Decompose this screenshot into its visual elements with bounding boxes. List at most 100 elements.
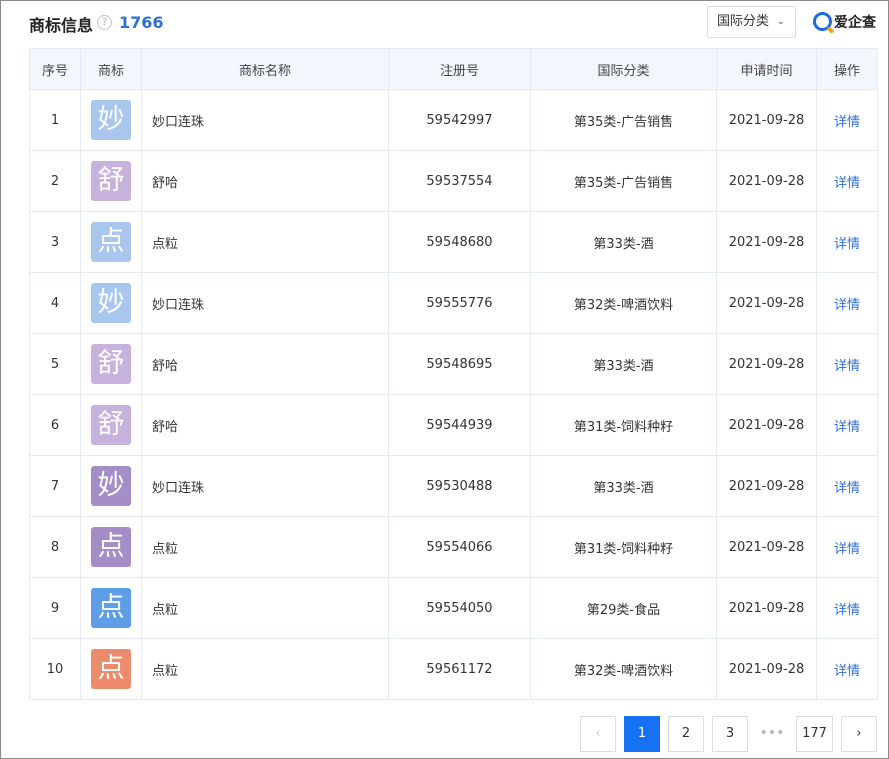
action-cell: 详情 bbox=[816, 516, 878, 578]
registration-number: 59530488 bbox=[388, 455, 531, 517]
intl-category: 第31类-饲料种籽 bbox=[530, 516, 717, 578]
table-row: 2 舒舒哈 59537554 第35类-广告销售 2021-09-28 详情 bbox=[29, 150, 878, 212]
action-cell: 详情 bbox=[816, 455, 878, 517]
trademark-logo-cell: 舒 bbox=[80, 333, 142, 395]
table-row: 9 点点粒 59554050 第29类-食品 2021-09-28 详情 bbox=[29, 577, 878, 639]
col-header-action: 操作 bbox=[816, 48, 878, 90]
trademark-logo-image[interactable]: 舒 bbox=[91, 405, 131, 445]
trademark-logo-image[interactable]: 点 bbox=[91, 649, 131, 689]
action-cell: 详情 bbox=[816, 211, 878, 273]
registration-number: 59548680 bbox=[388, 211, 531, 273]
row-index: 2 bbox=[29, 150, 81, 212]
trademark-logo-cell: 妙 bbox=[80, 272, 142, 334]
registration-number: 59554066 bbox=[388, 516, 531, 578]
detail-link[interactable]: 详情 bbox=[834, 359, 860, 374]
table-row: 5 舒舒哈 59548695 第33类-酒 2021-09-28 详情 bbox=[29, 333, 878, 395]
registration-number: 59554050 bbox=[388, 577, 531, 639]
table-row: 3 点点粒 59548680 第33类-酒 2021-09-28 详情 bbox=[29, 211, 878, 273]
detail-link[interactable]: 详情 bbox=[834, 481, 860, 496]
table-row: 7 妙妙口连珠 59530488 第33类-酒 2021-09-28 详情 bbox=[29, 455, 878, 517]
trademark-name: 妙口连珠 bbox=[141, 455, 389, 517]
col-header-logo: 商标 bbox=[80, 48, 142, 90]
intl-category: 第31类-饲料种籽 bbox=[530, 394, 717, 456]
table-header-row: 序号 商标 商标名称 注册号 国际分类 申请时间 操作 bbox=[29, 48, 878, 90]
table-row: 1 妙妙口连珠 59542997 第35类-广告销售 2021-09-28 详情 bbox=[29, 89, 878, 151]
application-date: 2021-09-28 bbox=[716, 638, 817, 700]
detail-link[interactable]: 详情 bbox=[834, 420, 860, 435]
action-cell: 详情 bbox=[816, 394, 878, 456]
page-button-2[interactable]: 2 bbox=[668, 716, 704, 752]
trademark-name: 点粒 bbox=[141, 638, 389, 700]
trademark-logo-image[interactable]: 妙 bbox=[91, 100, 131, 140]
action-cell: 详情 bbox=[816, 638, 878, 700]
registration-number: 59548695 bbox=[388, 333, 531, 395]
trademark-name: 舒哈 bbox=[141, 150, 389, 212]
filter-label: 国际分类 bbox=[717, 14, 770, 29]
trademark-logo-cell: 点 bbox=[80, 638, 142, 700]
magnifier-logo-icon bbox=[813, 12, 832, 31]
trademark-logo-image[interactable]: 点 bbox=[91, 527, 131, 567]
trademark-logo-image[interactable]: 点 bbox=[91, 222, 131, 262]
action-cell: 详情 bbox=[816, 89, 878, 151]
next-page-button[interactable]: › bbox=[841, 716, 877, 752]
trademark-logo-image[interactable]: 妙 bbox=[91, 283, 131, 323]
trademark-table: 序号 商标 商标名称 注册号 国际分类 申请时间 操作 1 妙妙口连珠 595429… bbox=[29, 48, 878, 700]
trademark-name: 舒哈 bbox=[141, 394, 389, 456]
trademark-count: 1766 bbox=[119, 13, 164, 32]
page-button-3[interactable]: 3 bbox=[712, 716, 748, 752]
intl-category: 第33类-酒 bbox=[530, 211, 717, 273]
intl-class-filter-dropdown[interactable]: 国际分类 ⌄ bbox=[707, 6, 796, 38]
trademark-name: 点粒 bbox=[141, 211, 389, 273]
detail-link[interactable]: 详情 bbox=[834, 603, 860, 618]
trademark-logo-cell: 点 bbox=[80, 516, 142, 578]
trademark-name: 舒哈 bbox=[141, 333, 389, 395]
application-date: 2021-09-28 bbox=[716, 272, 817, 334]
application-date: 2021-09-28 bbox=[716, 394, 817, 456]
detail-link[interactable]: 详情 bbox=[834, 664, 860, 679]
detail-link[interactable]: 详情 bbox=[834, 542, 860, 557]
row-index: 1 bbox=[29, 89, 81, 151]
detail-link[interactable]: 详情 bbox=[834, 298, 860, 313]
trademark-panel: 商标信息 ? 1766 国际分类 ⌄ 爱企查 序号 商标 商标名称 注册号 国际… bbox=[0, 0, 889, 759]
application-date: 2021-09-28 bbox=[716, 577, 817, 639]
registration-number: 59544939 bbox=[388, 394, 531, 456]
panel-header: 商标信息 ? 1766 国际分类 ⌄ 爱企查 bbox=[29, 1, 876, 45]
application-date: 2021-09-28 bbox=[716, 333, 817, 395]
trademark-name: 妙口连珠 bbox=[141, 272, 389, 334]
trademark-logo-cell: 妙 bbox=[80, 89, 142, 151]
page-ellipsis[interactable]: ••• bbox=[754, 716, 790, 752]
row-index: 9 bbox=[29, 577, 81, 639]
registration-number: 59542997 bbox=[388, 89, 531, 151]
row-index: 4 bbox=[29, 272, 81, 334]
application-date: 2021-09-28 bbox=[716, 150, 817, 212]
intl-category: 第35类-广告销售 bbox=[530, 89, 717, 151]
row-index: 3 bbox=[29, 211, 81, 273]
trademark-logo-cell: 舒 bbox=[80, 394, 142, 456]
intl-category: 第33类-酒 bbox=[530, 455, 717, 517]
logo-text: 爱企查 bbox=[834, 15, 876, 31]
intl-category: 第33类-酒 bbox=[530, 333, 717, 395]
page-button-last[interactable]: 177 bbox=[796, 716, 833, 752]
help-icon[interactable]: ? bbox=[97, 15, 112, 30]
chevron-down-icon: ⌄ bbox=[776, 16, 785, 27]
application-date: 2021-09-28 bbox=[716, 455, 817, 517]
page-button-1[interactable]: 1 bbox=[624, 716, 660, 752]
application-date: 2021-09-28 bbox=[716, 89, 817, 151]
trademark-logo-image[interactable]: 舒 bbox=[91, 161, 131, 201]
table-row: 10 点点粒 59561172 第32类-啤酒饮料 2021-09-28 详情 bbox=[29, 638, 878, 700]
intl-category: 第32类-啤酒饮料 bbox=[530, 638, 717, 700]
trademark-logo-image[interactable]: 点 bbox=[91, 588, 131, 628]
intl-category: 第35类-广告销售 bbox=[530, 150, 717, 212]
detail-link[interactable]: 详情 bbox=[834, 237, 860, 252]
detail-link[interactable]: 详情 bbox=[834, 115, 860, 130]
application-date: 2021-09-28 bbox=[716, 516, 817, 578]
trademark-name: 点粒 bbox=[141, 516, 389, 578]
action-cell: 详情 bbox=[816, 333, 878, 395]
prev-page-button[interactable]: ‹ bbox=[580, 716, 616, 752]
detail-link[interactable]: 详情 bbox=[834, 176, 860, 191]
table-row: 8 点点粒 59554066 第31类-饲料种籽 2021-09-28 详情 bbox=[29, 516, 878, 578]
trademark-logo-image[interactable]: 妙 bbox=[91, 466, 131, 506]
row-index: 10 bbox=[29, 638, 81, 700]
trademark-logo-cell: 点 bbox=[80, 211, 142, 273]
trademark-logo-image[interactable]: 舒 bbox=[91, 344, 131, 384]
